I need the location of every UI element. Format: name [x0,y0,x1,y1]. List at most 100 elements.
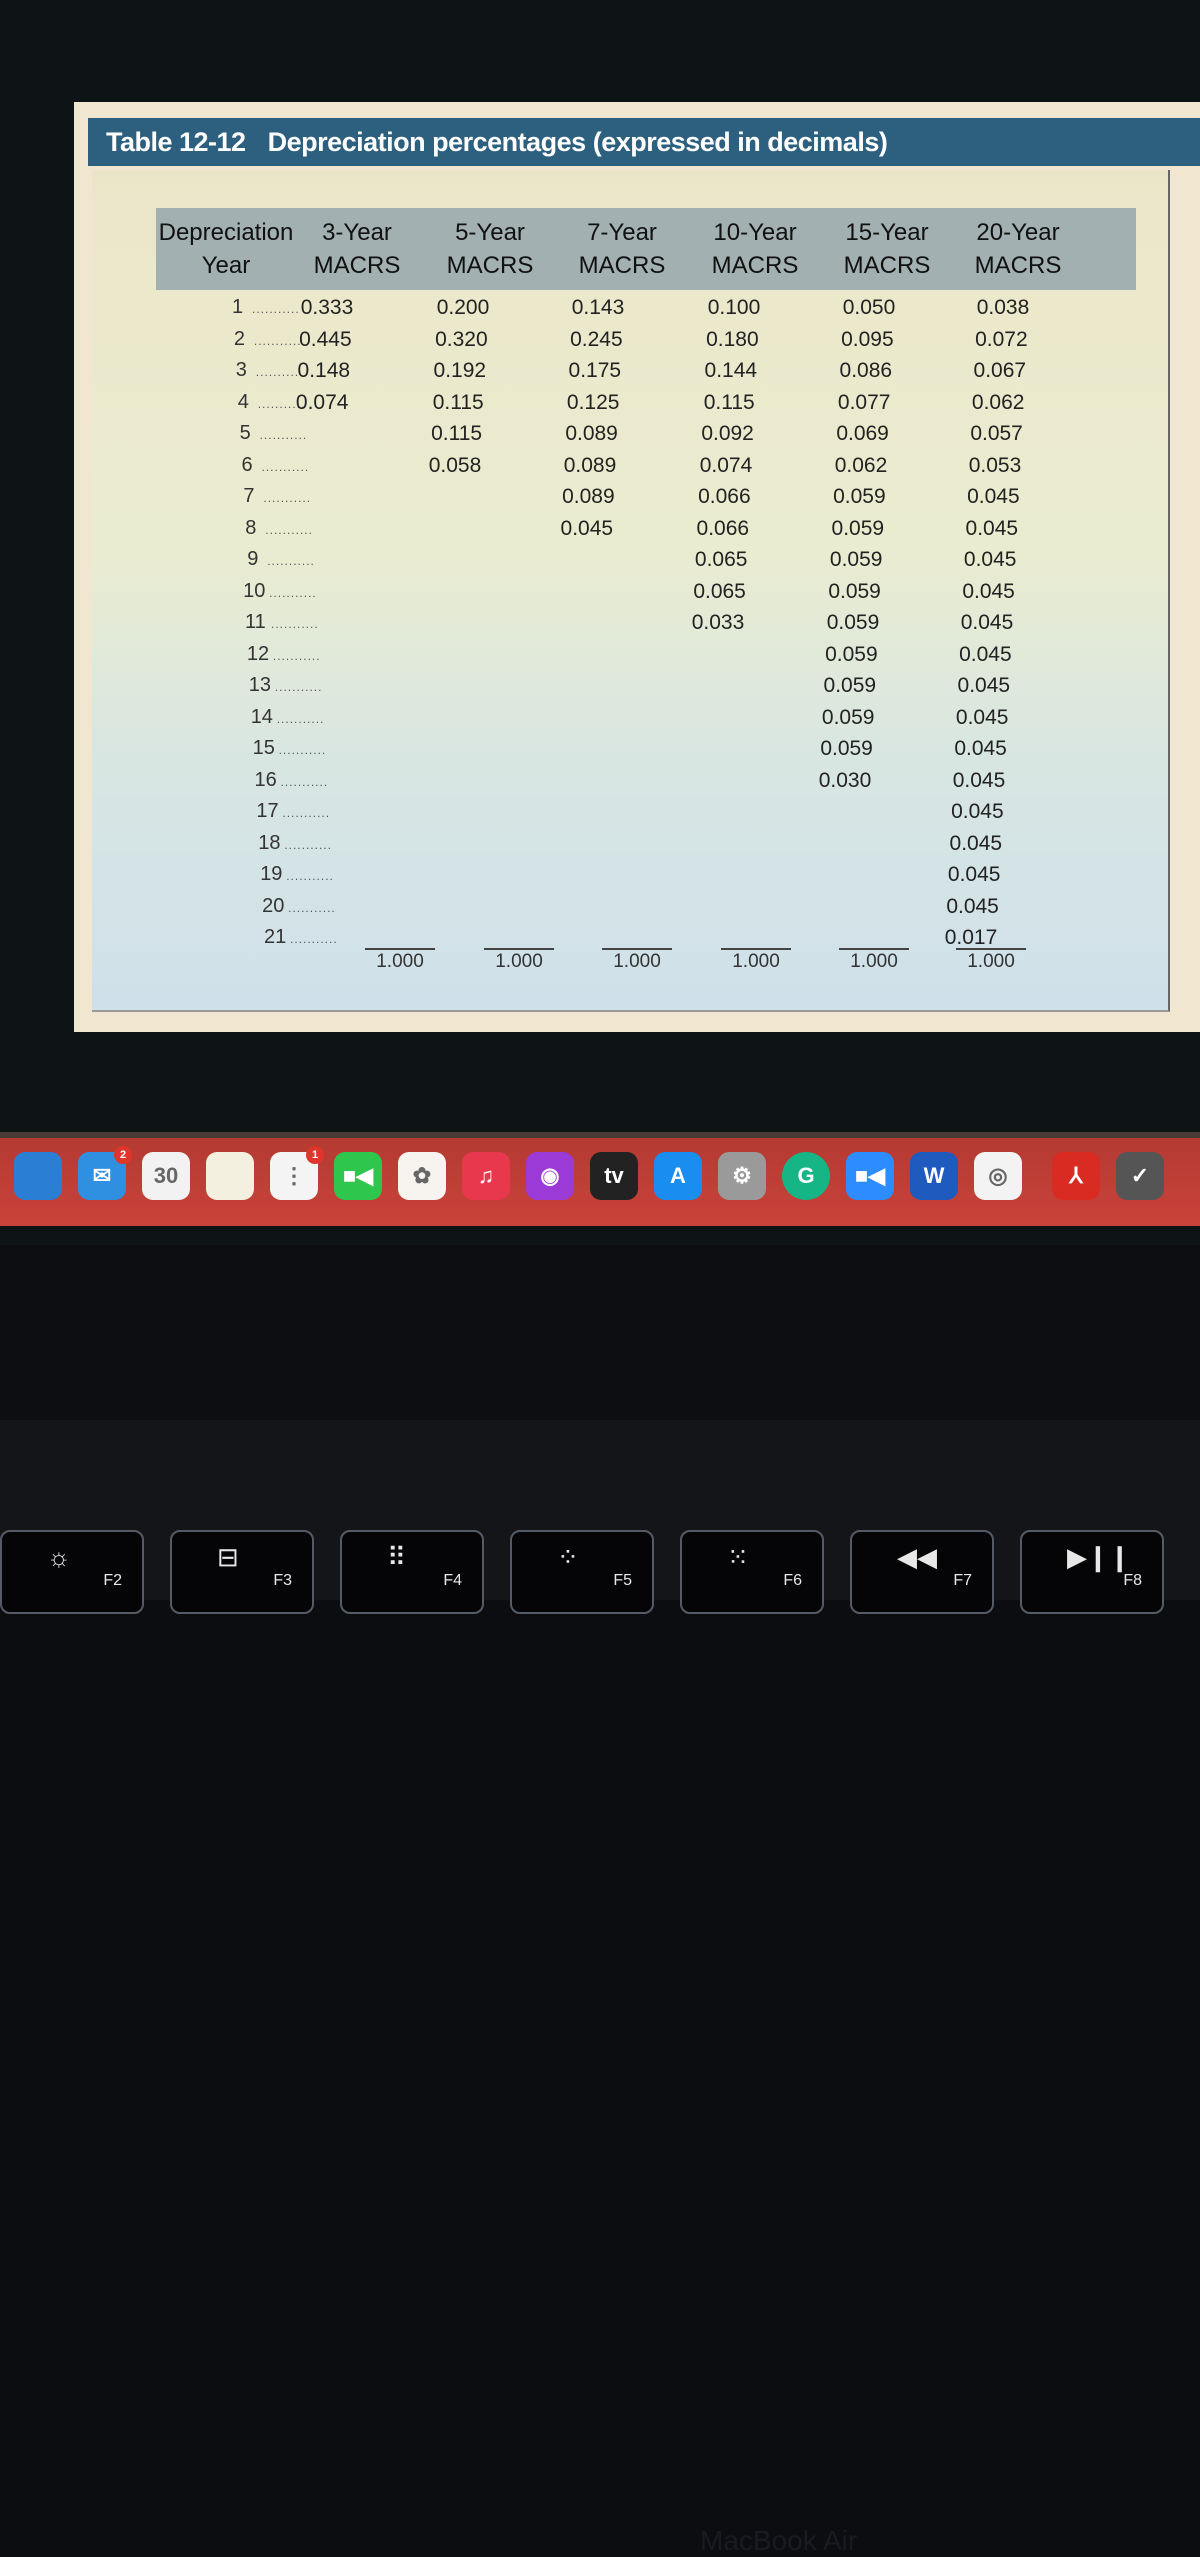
table-cell: 0.062 [971,390,1025,414]
reminders-icon: ⋮ [283,1163,305,1188]
table-cell: 0.045 [955,705,1009,729]
key-f3[interactable]: ⊟ F3 [170,1530,314,1614]
year-label: 9 [247,548,259,570]
acrobat-icon: ⅄ [1069,1163,1083,1188]
play-pause-icon: ▶❙❙ [1067,1542,1131,1572]
year-label: 6 [241,453,253,476]
table-cell: 0.045 [949,831,1003,855]
column-total: 1.000 [839,948,909,973]
dock-app-notes[interactable] [206,1152,254,1200]
header-line: MACRS [843,252,931,279]
leader-dots: ........... [288,900,336,915]
key-label: F3 [273,1572,292,1589]
dock-app-zoom[interactable]: ■◀ [846,1152,894,1200]
table-cell: 0.180 [706,327,759,351]
table-cell: 0.089 [565,422,618,445]
table-cell: 0.143 [571,296,625,319]
table-cell: 0.115 [432,390,484,414]
table-cell: 0.092 [701,422,754,445]
key-f6[interactable]: ⁙ F6 [680,1530,824,1614]
table-cell: 0.065 [693,579,746,603]
key-f2[interactable]: ☼ F2 [0,1530,144,1614]
year-label: 18 [258,831,281,854]
table-cell: 0.045 [962,579,1015,603]
key-label: F7 [953,1572,972,1589]
brand-label: MacBook Air [700,2525,858,2556]
column-total: 1.000 [602,948,672,973]
dock-app-calendar[interactable]: 30 [142,1152,190,1200]
podcasts-icon: ◉ [540,1163,560,1188]
keyboard-backlight-up-icon: ⁙ [727,1542,749,1572]
dock-app-word[interactable]: W [910,1152,958,1200]
table-cell: 0.245 [570,327,623,351]
header-line: Year [201,252,251,279]
table-cell: 0.148 [297,359,351,382]
leader-dots: ........... [284,837,332,852]
rewind-icon: ◀◀ [897,1542,937,1572]
table-cell: 0.045 [946,894,999,918]
app-store-icon: A [670,1163,686,1188]
key-f8[interactable]: ▶❙❙ F8 [1020,1530,1164,1614]
table-cell: 0.045 [957,674,1011,697]
table-number: Table 12-12 [106,127,246,157]
table-cell: 0.059 [829,548,883,571]
screen: Table 12-12 Depreciation percentages (exp… [0,0,1200,1245]
key-label: F6 [783,1572,802,1589]
table-cell: 0.045 [952,768,1006,792]
dock-app-system-preferences[interactable]: ⚙ [718,1152,766,1200]
table-cell: 0.045 [947,863,1001,886]
dock-app-grammarly[interactable]: G [782,1152,830,1200]
dock-app-reminders[interactable]: ⋮ 1 [270,1146,324,1200]
dock-app-facetime[interactable]: ■◀ [334,1152,382,1200]
leader-dots: ........... [263,491,312,505]
table-cell: 0.045 [951,800,1004,823]
table-cell: 0.058 [428,453,482,477]
table-title: Depreciation percentages (expressed in d… [267,127,888,157]
year-label: 14 [250,705,273,728]
header-line: 10-Year [713,219,797,246]
mission-control-icon: ⊟ [217,1542,239,1572]
table-cell: 0.445 [299,327,352,351]
dock-app-podcasts[interactable]: ◉ [526,1152,574,1200]
year-label: 15 [252,737,275,759]
table-cell: 0.089 [562,485,615,508]
dock-app-music[interactable]: ♫ [462,1152,510,1200]
notification-badge: 1 [306,1146,324,1164]
header-line: Depreciation [158,219,294,246]
table-cell: 0.059 [825,642,878,666]
key-f4[interactable]: ⠿ F4 [340,1530,484,1614]
leader-dots: ........... [278,743,327,757]
dock-app-acrobat[interactable]: ⅄ [1052,1152,1100,1200]
dock-app-mail[interactable]: ✉ 2 [78,1146,132,1200]
key-f7[interactable]: ◀◀ F7 [850,1530,994,1614]
leader-dots: ........... [276,711,325,726]
header-line: MACRS [711,252,799,279]
header-column: 15-Year MACRS [827,216,947,282]
table-cell: 0.059 [828,579,881,603]
header-line: 3-Year [322,219,392,246]
header-line: 5-Year [455,219,525,246]
table-cell: 0.059 [833,485,886,508]
header-line: 15-Year [845,219,929,246]
year-label: 21 [264,926,287,948]
table-cell: 0.045 [959,642,1012,666]
dock-app-apple-tv[interactable]: tv [590,1152,638,1200]
table-cell: 0.200 [436,296,490,319]
table-cell: 0.017 [944,926,998,949]
dock-app-chrome[interactable]: ◎ [974,1152,1022,1200]
table-cell: 0.067 [973,359,1027,382]
dock-app-app-store[interactable]: A [654,1152,702,1200]
dock-app-photos[interactable]: ✿ [398,1152,446,1200]
dock-app-norton[interactable]: ✓ [1116,1152,1164,1200]
launchpad-icon: ⠿ [387,1542,407,1572]
table-cell: 0.192 [433,359,487,382]
dock-app-safari[interactable] [14,1152,62,1200]
calendar-icon: 30 [153,1163,179,1188]
header-column: 20-Year MACRS [958,216,1078,282]
key-f5[interactable]: ⁘ F5 [510,1530,654,1614]
table-document: Table 12-12 Depreciation percentages (exp… [74,102,1200,1032]
header-column: 5-Year MACRS [430,216,550,282]
brightness-up-icon: ☼ [47,1542,71,1572]
key-label: F2 [103,1572,122,1589]
key-label: F8 [1123,1572,1142,1589]
